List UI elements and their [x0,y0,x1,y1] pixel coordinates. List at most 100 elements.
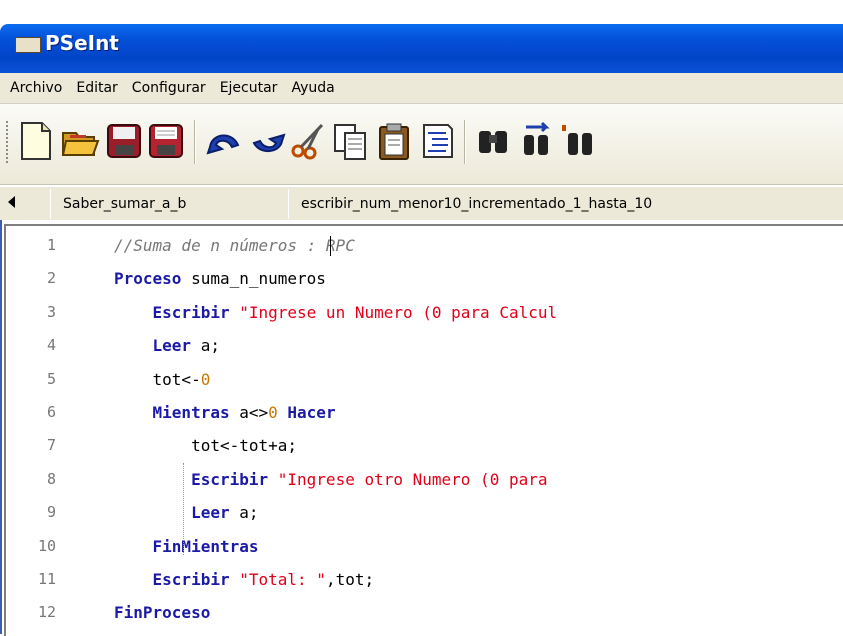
menu-ayuda[interactable]: Ayuda [284,80,341,96]
code-token: Escribir [152,570,230,589]
code-line[interactable]: 8 Escribir "Ingrese otro Numero (0 para [0,470,843,503]
code-token: Leer [191,503,230,523]
indent-button[interactable] [418,117,458,165]
cut-button[interactable] [288,117,328,165]
code-token: Hacer [287,403,336,422]
redo-button[interactable] [248,117,288,165]
indent-icon [423,124,453,158]
code-line[interactable]: 3 Escribir "Ingrese un Numero (0 para Ca… [0,303,843,336]
open-folder-icon [61,132,100,156]
code-text: Proceso suma_n_numeros [114,269,326,288]
menu-ejecutar[interactable]: Ejecutar [213,80,285,96]
line-number: 5 [46,369,56,388]
line-number: 12 [37,603,56,622]
code-text: tot<-0 [114,369,211,389]
code-token: tot<- [152,369,201,389]
code-token: FinProceso [114,603,211,623]
code-token: 0 [200,369,211,389]
code-token: "Total: " [239,570,326,589]
text-caret [330,236,331,256]
code-token: Proceso [114,269,182,289]
toolbar-separator [464,120,465,164]
redo-icon [252,133,286,152]
code-text: Leer a; [114,336,220,355]
line-number: 4 [46,336,56,355]
tab-label: Saber_sumar_a_b [63,196,187,212]
code-line[interactable]: 10 FinMientras [0,537,843,570]
code-text: FinMientras [114,537,259,556]
line-number: 3 [46,302,56,321]
undo-button[interactable] [204,117,244,165]
replace-icon [562,125,592,155]
code-line[interactable]: 9 Leer a; [0,503,843,536]
line-number: 11 [37,570,56,588]
code-line[interactable]: 4 Leer a; [0,336,843,369]
line-number: 8 [46,469,56,488]
tab-escribir-num[interactable]: escribir_num_menor10_incrementado_1_hast… [288,189,843,219]
new-file-button[interactable] [16,117,56,165]
line-number: 1 [46,236,56,254]
code-token: suma_n_numeros [181,269,326,289]
line-number: 9 [46,503,56,522]
code-token: "Ingrese otro Numero (0 para [277,469,548,489]
menu-editar[interactable]: Editar [69,80,124,96]
paste-icon [379,123,409,160]
tab-saber-sumar[interactable]: Saber_sumar_a_b [50,189,289,219]
save-as-icon [149,124,183,158]
code-line[interactable]: 6 Mientras a<>0 Hacer [0,403,843,436]
line-number: 7 [46,436,56,455]
line-number: 10 [37,536,56,555]
code-line[interactable]: 12 FinProceso [0,603,843,636]
tab-label: escribir_num_menor10_incrementado_1_hast… [301,196,653,212]
code-token: a; [229,503,259,523]
menu-configurar[interactable]: Configurar [125,80,213,96]
code-token: tot<-tot+a; [191,436,298,456]
menu-archivo[interactable]: Archivo [0,80,69,96]
new-file-icon [21,122,51,160]
open-button[interactable] [60,117,100,165]
find-icon [479,131,507,153]
title-bar-background [0,24,843,73]
toolbar-separator [194,120,195,164]
code-line[interactable]: 5 tot<-0 [0,370,843,403]
line-number: 2 [46,269,56,288]
code-token: //Suma de n números : RPC [114,236,355,255]
code-text: Leer a; [114,503,259,523]
code-text: tot<-tot+a; [114,436,297,455]
code-token: Mientras [152,403,230,422]
code-text: Mientras a<>0 Hacer [114,403,336,422]
code-token: FinMientras [152,536,259,556]
menu-bar: Archivo Editar Configurar Ejecutar Ayuda [0,73,843,104]
code-token: "Ingrese un Numero (0 para Calcul [239,302,558,322]
code-text: Escribir "Total: ",tot; [114,570,375,589]
code-text: Escribir "Ingrese otro Numero (0 para [114,470,547,489]
code-token: ,tot; [325,570,375,589]
code-token: Escribir [152,302,230,322]
undo-icon [206,134,240,155]
code-token: 0 [268,403,278,422]
code-text: Escribir "Ingrese un Numero (0 para Calc… [114,302,558,322]
save-icon [107,124,141,158]
paste-button[interactable] [374,117,414,165]
save-button[interactable] [104,117,144,165]
find-next-button[interactable] [518,117,558,165]
indent-guide [183,463,184,555]
code-line[interactable]: 7 tot<-tot+a; [0,436,843,469]
app-icon[interactable] [15,37,41,53]
replace-button[interactable] [560,117,600,165]
copy-button[interactable] [330,117,370,165]
code-line[interactable]: 2 Proceso suma_n_numeros [0,269,843,302]
save-as-button[interactable] [146,117,186,165]
code-line[interactable]: 11 Escribir "Total: ",tot; [0,570,843,603]
code-token: Escribir [191,469,269,489]
code-text: FinProceso [114,603,210,622]
find-button[interactable] [474,117,514,165]
code-line[interactable]: 1 //Suma de n números : RPC [0,236,843,269]
window-title: PSeInt [45,31,119,55]
toolbar-grip[interactable] [5,120,9,164]
tab-scroll-left-icon[interactable] [8,196,15,208]
